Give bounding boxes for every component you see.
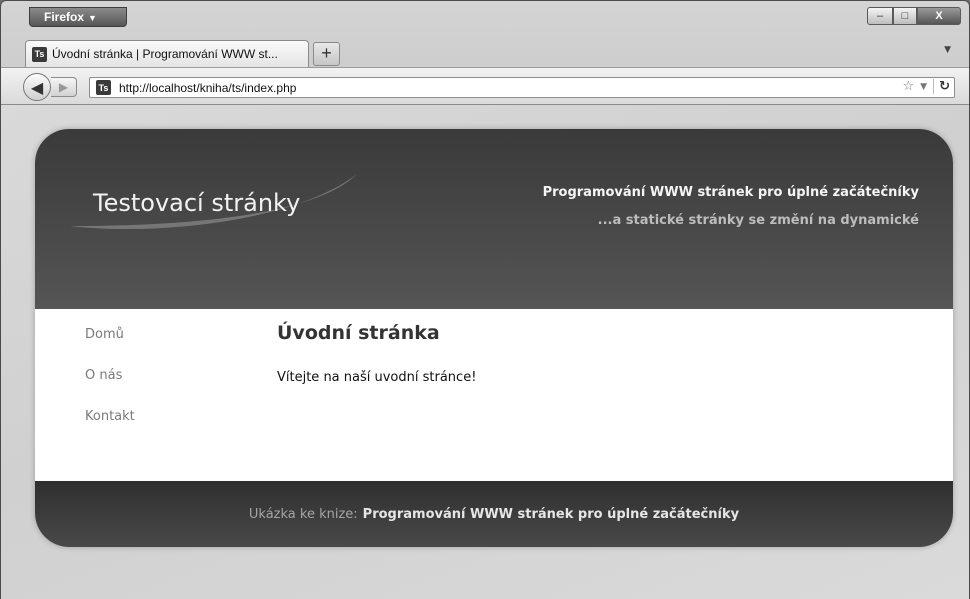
url-bar-actions: ☆ ▼ ↻ [903,79,950,94]
maximize-button[interactable]: □ [893,7,917,25]
arrow-right-icon: ▶ [58,80,69,94]
tab-active[interactable]: Ts Úvodní stránka | Programování WWW st.… [25,40,309,67]
new-tab-button[interactable]: + [313,42,340,66]
header-title: Programování WWW stránek pro úplné začát… [542,185,919,200]
title-bar: Firefox ▼ – □ X [1,1,969,31]
nav-item-about[interactable]: O nás [85,368,135,409]
site-favicon-icon: Ts [96,80,111,95]
footer-prefix: Ukázka ke knize: [248,506,358,522]
page-heading: Úvodní stránka [277,322,440,344]
tab-list-chevron-icon[interactable]: ▼ [944,45,951,55]
footer-book-link[interactable]: Programování WWW stránek pro úplné začát… [363,507,739,522]
reload-icon[interactable]: ↻ [933,79,950,94]
navigation-toolbar: ◀ ▶ Ts http://localhost/kniha/ts/index.p… [1,67,969,105]
browser-window: Firefox ▼ – □ X Ts Úvodní stránka | Progr… [0,0,970,599]
minimize-button[interactable]: – [867,7,893,25]
url-bar[interactable]: Ts http://localhost/kniha/ts/index.php ☆… [89,77,955,98]
firefox-menu-button[interactable]: Firefox ▼ [29,7,127,27]
site-logo[interactable]: Testovací stránky [93,189,300,217]
firefox-menu-label: Firefox [44,10,85,24]
chevron-down-icon[interactable]: ▼ [920,82,927,92]
forward-button[interactable]: ▶ [51,77,77,97]
nav-item-home[interactable]: Domů [85,327,135,368]
main-content: Úvodní stránka Vítejte na naší uvodní st… [277,322,476,385]
page-viewport: Testovací stránky Programování WWW strán… [1,105,969,599]
site-favicon-icon: Ts [32,46,47,62]
close-button[interactable]: X [917,7,961,25]
back-button[interactable]: ◀ [23,73,51,101]
tab-title: Úvodní stránka | Programování WWW st... [52,47,278,61]
site-footer: Ukázka ke knize: Programování WWW stráne… [35,481,953,547]
tab-bar: Ts Úvodní stránka | Programování WWW st.… [1,37,969,67]
sidebar-nav: Domů O nás Kontakt [85,327,135,450]
arrow-left-icon: ◀ [30,77,44,97]
welcome-text: Vítejte na naší uvodní stránce! [277,370,477,385]
chevron-down-icon: ▼ [88,13,97,23]
nav-item-contact[interactable]: Kontakt [85,409,135,450]
site-container: Testovací stránky Programování WWW strán… [35,129,953,547]
header-subtitle: ...a statické stránky se změní na dynami… [597,213,919,228]
site-header: Testovací stránky Programování WWW strán… [35,129,953,309]
url-text[interactable]: http://localhost/kniha/ts/index.php [119,81,296,95]
window-controls: – □ X [867,7,961,25]
star-icon[interactable]: ☆ [903,79,915,94]
